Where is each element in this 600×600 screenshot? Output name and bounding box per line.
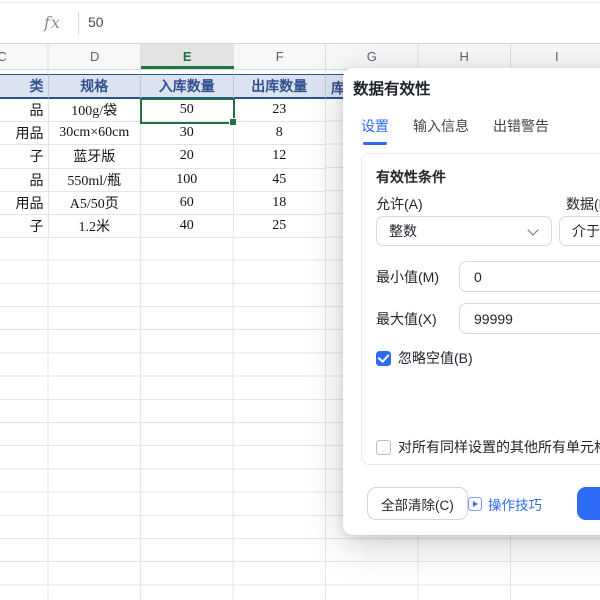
section-title: 有效性条件 [376, 167, 446, 187]
spreadsheet-app: fx 50 CDEFGHI 类规格入库数量出库数量品100g/袋5023用品30… [0, 0, 600, 600]
column-header-H[interactable]: H [444, 49, 484, 64]
clear-all-button[interactable]: 全部清除(C) [367, 487, 468, 520]
column-header-C[interactable]: C [0, 49, 22, 64]
apply-to-all-label: 对所有同样设置的其他所有单元格应用这些更改 [398, 437, 600, 457]
table-header-cell[interactable]: 出库数量 [234, 74, 327, 99]
table-cell[interactable]: 60 [141, 192, 234, 215]
table-cell[interactable]: 8 [234, 122, 327, 145]
min-value-input[interactable] [459, 261, 600, 292]
tips-link[interactable]: 操作技巧 [468, 489, 542, 519]
dialog-tab-0-active[interactable]: 设置 [361, 116, 389, 145]
allow-label: 允许(A) [376, 194, 423, 214]
table-cell[interactable]: 30 [141, 122, 234, 145]
table-cell[interactable]: A5/50页 [49, 192, 142, 215]
table-cell[interactable]: 30cm×60cm [49, 122, 142, 145]
table-cell[interactable]: 23 [234, 99, 327, 122]
fill-handle[interactable] [229, 118, 237, 126]
checkbox-unchecked-icon[interactable] [376, 440, 391, 455]
table-cell[interactable]: 18 [234, 192, 327, 215]
ignore-blank-label: 忽略空值(B) [398, 348, 473, 368]
fx-icon: fx [44, 13, 61, 32]
table-cell[interactable]: 550ml/瓶 [49, 169, 142, 192]
selected-cell-border[interactable] [140, 98, 235, 124]
table-cell[interactable]: 蓝牙版 [49, 145, 142, 168]
table-cell[interactable]: 25 [234, 215, 327, 238]
table-cell[interactable]: 用品 [0, 192, 49, 215]
apply-to-all-checkbox-row[interactable]: 对所有同样设置的其他所有单元格应用这些更改 [376, 437, 600, 457]
table-cell[interactable]: 20 [141, 145, 234, 168]
column-header-E[interactable]: E [167, 49, 207, 64]
data-validation-dialog: 数据有效性 设置输入信息出错警告 有效性条件 允许(A) 数据(D) 整数 介于… [343, 68, 600, 535]
formula-bar-value[interactable]: 50 [88, 14, 104, 30]
dialog-tab-2[interactable]: 出错警告 [493, 116, 549, 145]
data-dropdown[interactable]: 介于 [559, 216, 600, 246]
table-cell[interactable]: 品 [0, 169, 49, 192]
selected-column-underline [141, 66, 234, 69]
max-label: 最大值(X) [376, 309, 437, 329]
column-header-I[interactable]: I [537, 49, 577, 64]
validity-condition-panel: 有效性条件 允许(A) 数据(D) 整数 介于 最小值(M) 最大值(X) 忽略… [361, 153, 600, 465]
dialog-tabs: 设置输入信息出错警告 [361, 116, 549, 145]
confirm-button[interactable] [577, 487, 600, 520]
table-header-cell[interactable]: 入库数量 [141, 74, 234, 99]
table-cell[interactable]: 100 [141, 169, 234, 192]
table-header-cell[interactable]: 类 [0, 74, 49, 99]
dialog-title: 数据有效性 [353, 77, 431, 99]
max-value-input[interactable] [459, 303, 600, 334]
table-cell[interactable]: 子 [0, 145, 49, 168]
play-video-icon [468, 497, 482, 511]
table-cell[interactable]: 40 [141, 215, 234, 238]
table-cell[interactable]: 品 [0, 99, 49, 122]
allow-dropdown-value: 整数 [389, 221, 417, 241]
table-header-cell[interactable]: 规格 [49, 74, 142, 99]
tips-link-label: 操作技巧 [488, 494, 542, 514]
formula-bar: fx 50 [0, 3, 600, 44]
table-cell[interactable]: 子 [0, 215, 49, 238]
data-label: 数据(D) [566, 194, 600, 214]
column-header-D[interactable]: D [75, 49, 115, 64]
column-header-F[interactable]: F [260, 49, 300, 64]
table-cell[interactable]: 100g/袋 [49, 99, 142, 122]
table-cell[interactable]: 12 [234, 145, 327, 168]
table-cell[interactable]: 45 [234, 169, 327, 192]
min-label: 最小值(M) [376, 267, 439, 287]
formula-bar-divider [78, 11, 79, 35]
allow-dropdown[interactable]: 整数 [376, 216, 552, 246]
column-header-row: C D E F G H I [0, 44, 600, 70]
ignore-blank-checkbox-row[interactable]: 忽略空值(B) [376, 348, 473, 368]
table-cell[interactable]: 1.2米 [49, 215, 142, 238]
dialog-tab-1[interactable]: 输入信息 [413, 116, 469, 145]
table-cell[interactable]: 用品 [0, 122, 49, 145]
chevron-down-icon [527, 224, 538, 235]
data-dropdown-value: 介于 [572, 221, 600, 241]
column-header-G[interactable]: G [352, 49, 392, 64]
checkbox-checked-icon[interactable] [376, 351, 391, 366]
